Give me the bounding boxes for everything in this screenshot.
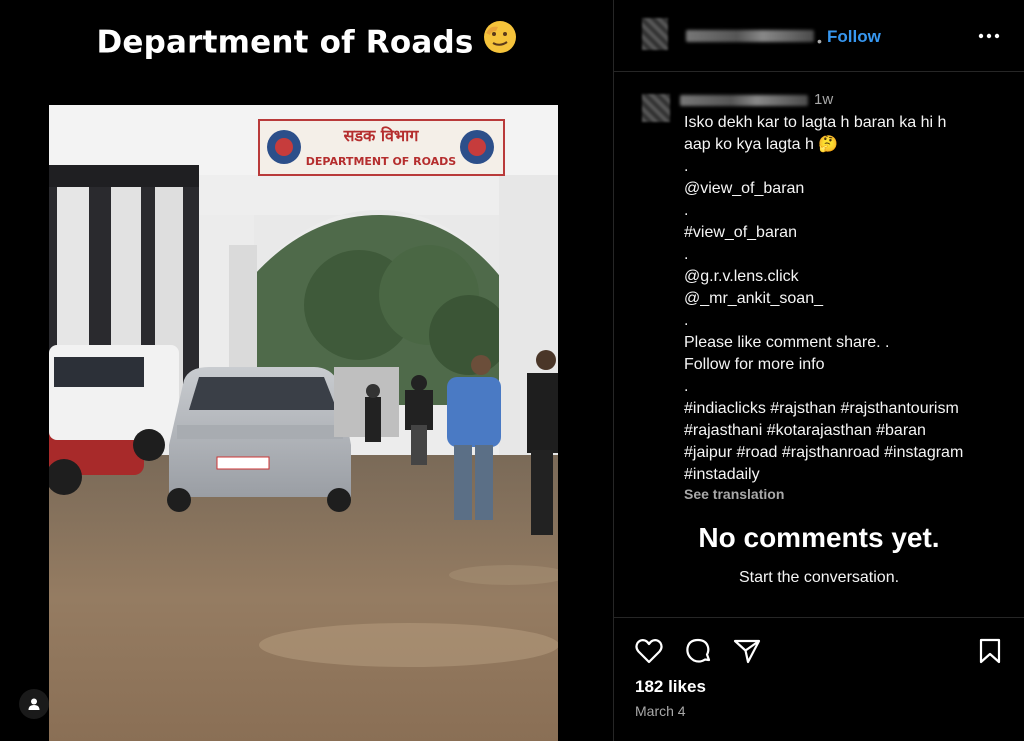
post-side-panel: • Follow 1w Isko dekh kar to lagta h bar…	[614, 0, 1024, 741]
caption-mention[interactable]: @g.r.v.lens.click	[684, 266, 1014, 288]
user-icon	[28, 698, 40, 710]
post-header: • Follow	[614, 0, 1024, 72]
caption-line: Follow for more info	[684, 356, 825, 373]
likes-count[interactable]: 182 likes	[635, 677, 706, 697]
post-action-bar: 182 likes March 4	[614, 617, 1024, 741]
see-translation-link[interactable]: See translation	[684, 486, 784, 502]
caption-line: aap ko kya lagta h 🤔	[684, 136, 839, 153]
caption-line: Please like comment share. .	[684, 334, 890, 351]
share-button[interactable]	[732, 636, 762, 666]
more-horizontal-icon	[978, 33, 1000, 39]
post-caption: Isko dekh kar to lagta h baran ka hi h a…	[684, 112, 1014, 486]
caption-hashtags[interactable]: #jaipur #road #rajsthanroad #instagram	[684, 442, 1014, 464]
sign-nepali-text: सडक विभाग	[343, 126, 420, 145]
caption-timestamp[interactable]: 1w	[814, 91, 833, 108]
caption-hashtags[interactable]: #rajasthani #kotarajasthan #baran	[684, 420, 1014, 442]
post-date: March 4	[635, 703, 686, 719]
no-comments-title: No comments yet.	[698, 522, 940, 553]
comment-button[interactable]	[683, 636, 713, 666]
caption-line: .	[684, 246, 689, 263]
caption-mention[interactable]: @view_of_baran	[684, 178, 1014, 200]
save-button[interactable]	[975, 636, 1005, 666]
caption-line: .	[684, 202, 689, 219]
caption-hashtags[interactable]: #indiaclicks #rajsthan #rajsthantourism	[684, 398, 1014, 420]
caption-author-avatar[interactable]	[642, 94, 670, 122]
caption-hashtags[interactable]: #instadaily	[684, 464, 1014, 486]
more-options-button[interactable]	[976, 25, 1002, 45]
author-username[interactable]	[686, 30, 814, 42]
caption-hashtag[interactable]: #view_of_baran	[684, 222, 1014, 244]
share-icon	[733, 639, 761, 664]
start-conversation-text: Start the conversation.	[738, 569, 900, 586]
caption-line: .	[684, 312, 689, 329]
post-photo[interactable]: सडक विभाग DEPARTMENT OF ROADS	[49, 105, 558, 741]
post-overlay-title: Department of Roads	[0, 19, 614, 66]
caption-line: .	[684, 378, 689, 395]
like-button[interactable]	[634, 636, 664, 666]
caption-author-username[interactable]	[680, 95, 808, 106]
author-avatar[interactable]	[642, 18, 668, 50]
thinking-face-emoji-icon	[482, 19, 518, 63]
caption-line: .	[684, 158, 689, 175]
caption-line: Isko dekh kar to lagta h baran ka hi h	[684, 114, 947, 131]
heart-icon	[635, 638, 663, 664]
caption-mention[interactable]: @_mr_ankit_soan_	[684, 288, 1014, 310]
photo-scene: सडक विभाग DEPARTMENT OF ROADS	[49, 105, 558, 741]
post-media: Department of Roads सडक विभाग DEPARTMENT…	[0, 0, 614, 741]
follow-button[interactable]: Follow	[827, 27, 881, 47]
comment-icon	[686, 638, 711, 663]
tagged-users-button[interactable]	[19, 689, 49, 719]
sign-english-text: DEPARTMENT OF ROADS	[306, 155, 457, 168]
header-separator: •	[817, 33, 822, 49]
bookmark-icon	[979, 638, 1001, 664]
